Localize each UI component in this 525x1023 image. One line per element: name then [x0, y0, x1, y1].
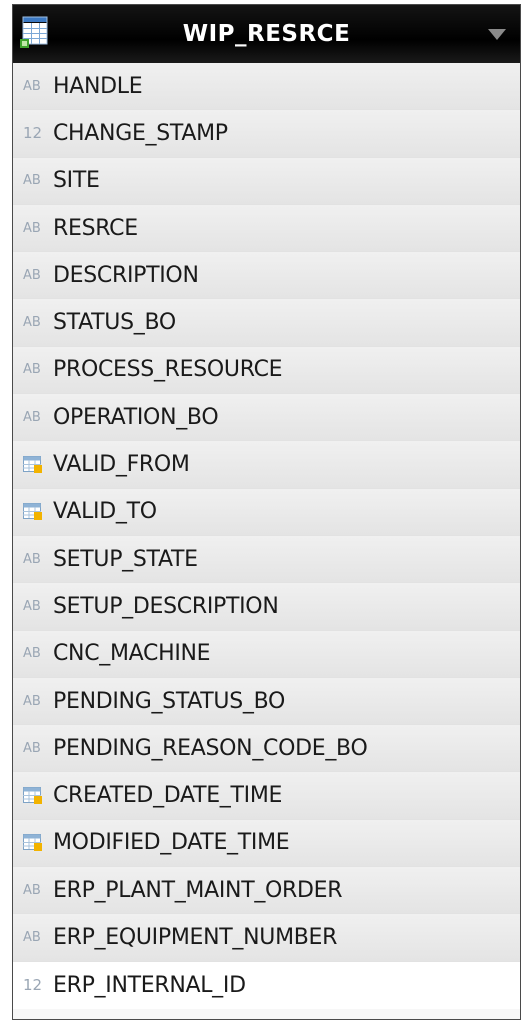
column-name: PENDING_STATUS_BO — [53, 688, 286, 714]
column-row-pending-reason-code-bo[interactable]: AB PENDING_REASON_CODE_BO — [13, 725, 520, 773]
text-type-icon: AB — [23, 409, 41, 425]
column-row-setup-state[interactable]: AB SETUP_STATE — [13, 535, 520, 584]
column-list: AB HANDLE 12 CHANGE_STAMP AB SITE AB RESRCE AB DE… — [13, 63, 520, 1009]
text-type-icon: AB — [23, 646, 41, 662]
column-name: RESRCE — [53, 215, 138, 241]
column-name: VALID_TO — [53, 499, 157, 525]
text-type-icon: AB — [23, 693, 41, 709]
column-row-status-bo[interactable]: AB STATUS_BO — [13, 299, 520, 347]
column-name: PENDING_REASON_CODE_BO — [53, 735, 368, 761]
column-name: ERP_PLANT_MAINT_ORDER — [53, 877, 343, 903]
column-row-valid-from[interactable]: VALID_FROM — [13, 441, 520, 489]
column-row-operation-bo[interactable]: AB OPERATION_BO — [13, 394, 520, 442]
column-row-setup-description[interactable]: AB SETUP_DESCRIPTION — [13, 583, 520, 631]
column-row-erp-internal-id[interactable]: 12 ERP_INTERNAL_ID — [13, 961, 520, 1009]
column-row-pending-status-bo[interactable]: AB PENDING_STATUS_BO — [13, 677, 520, 726]
text-type-icon: AB — [23, 78, 41, 94]
column-name: STATUS_BO — [53, 310, 176, 336]
text-type-icon: AB — [23, 362, 41, 378]
column-name: MODIFIED_DATE_TIME — [53, 830, 290, 856]
chevron-down-icon — [488, 29, 506, 40]
column-name: ERP_EQUIPMENT_NUMBER — [53, 924, 338, 950]
column-row-handle[interactable]: AB HANDLE — [13, 63, 520, 111]
number-type-icon: 12 — [23, 976, 43, 995]
column-name: SETUP_DESCRIPTION — [53, 593, 279, 619]
column-row-process-resource[interactable]: AB PROCESS_RESOURCE — [13, 346, 520, 395]
column-row-valid-to[interactable]: VALID_TO — [13, 488, 520, 536]
column-row-erp-equipment-number[interactable]: AB ERP_EQUIPMENT_NUMBER — [13, 914, 520, 962]
column-name: PROCESS_RESOURCE — [53, 357, 283, 383]
column-row-modified-date-time[interactable]: MODIFIED_DATE_TIME — [13, 819, 520, 868]
column-name: HANDLE — [53, 73, 143, 99]
text-type-icon: AB — [23, 551, 41, 567]
column-name: DESCRIPTION — [53, 262, 199, 288]
table-header[interactable]: WIP_RESRCE — [13, 5, 520, 63]
text-type-icon: AB — [23, 267, 41, 283]
number-type-icon: 12 — [23, 124, 43, 143]
date-type-icon — [13, 833, 53, 852]
column-row-site[interactable]: AB SITE — [13, 157, 520, 205]
text-type-icon: AB — [23, 220, 41, 236]
column-row-resrce[interactable]: AB RESRCE — [13, 204, 520, 253]
column-name: OPERATION_BO — [53, 404, 219, 430]
column-name: SITE — [53, 168, 100, 194]
text-type-icon: AB — [23, 173, 41, 189]
column-row-change-stamp[interactable]: 12 CHANGE_STAMP — [13, 110, 520, 158]
column-row-erp-plant-maint-order[interactable]: AB ERP_PLANT_MAINT_ORDER — [13, 867, 520, 915]
text-type-icon: AB — [23, 740, 41, 756]
table-box: WIP_RESRCE AB HANDLE 12 CHANGE_STAMP AB SITE A… — [12, 4, 521, 1020]
column-name: VALID_FROM — [53, 452, 190, 478]
table-title: WIP_RESRCE — [182, 21, 351, 47]
column-name: CNC_MACHINE — [53, 641, 211, 667]
column-name: CREATED_DATE_TIME — [53, 783, 283, 809]
date-type-icon — [13, 455, 53, 474]
column-row-cnc-machine[interactable]: AB CNC_MACHINE — [13, 630, 520, 678]
column-name: ERP_INTERNAL_ID — [53, 972, 246, 998]
column-name: CHANGE_STAMP — [53, 120, 228, 146]
column-name: SETUP_STATE — [53, 546, 198, 572]
text-type-icon: AB — [23, 315, 41, 331]
column-row-description[interactable]: AB DESCRIPTION — [13, 252, 520, 300]
date-type-icon — [13, 502, 53, 521]
date-type-icon — [13, 786, 53, 805]
table-menu-button[interactable] — [474, 5, 520, 63]
text-type-icon: AB — [23, 882, 41, 898]
column-row-created-date-time[interactable]: CREATED_DATE_TIME — [13, 772, 520, 820]
text-type-icon: AB — [23, 929, 41, 945]
text-type-icon: AB — [23, 598, 41, 614]
